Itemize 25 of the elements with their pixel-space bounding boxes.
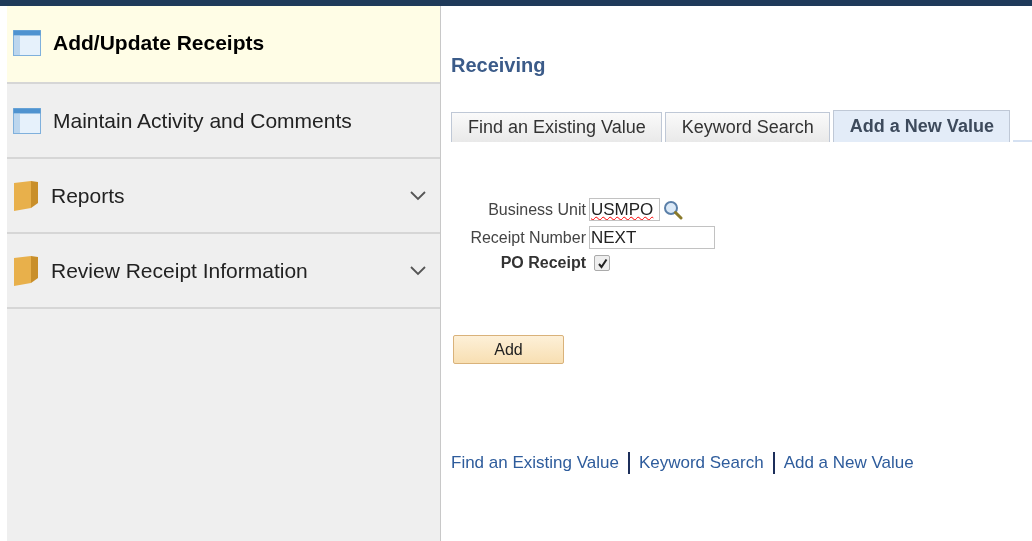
checkbox[interactable]	[594, 255, 610, 271]
add-button[interactable]: Add	[453, 335, 564, 364]
link[interactable]: Keyword Search	[638, 453, 764, 473]
folder-icon	[13, 179, 39, 212]
field-label: Receipt Number	[469, 228, 586, 247]
sidebar-item[interactable]: Maintain Activity and Comments	[7, 84, 440, 159]
page-icon	[13, 30, 41, 56]
sidebar-item[interactable]: Add/Update Receipts	[7, 6, 440, 84]
field-label: PO Receipt	[499, 254, 586, 272]
business-unit-field[interactable]: USMPO	[589, 198, 660, 221]
tab[interactable]: Find an Existing Value	[451, 112, 662, 142]
folder-icon	[13, 254, 39, 287]
link[interactable]: Find an Existing Value	[451, 453, 619, 473]
sidebar-item[interactable]: Review Receipt Information	[7, 234, 440, 309]
page-title: Receiving	[451, 54, 547, 77]
search-icon[interactable]	[663, 199, 683, 220]
tab[interactable]: Keyword Search	[664, 112, 830, 142]
sidebar-item[interactable]: Reports	[7, 159, 440, 234]
chevron-down-icon	[410, 265, 426, 276]
chevron-down-icon	[410, 190, 426, 201]
tab[interactable]: Add a New Value	[832, 110, 1010, 142]
receipt-number-field[interactable]: NEXT	[589, 226, 715, 249]
page-icon	[13, 107, 41, 134]
field-label: Business Unit	[487, 200, 586, 219]
link[interactable]: Add a New Value	[783, 453, 914, 473]
